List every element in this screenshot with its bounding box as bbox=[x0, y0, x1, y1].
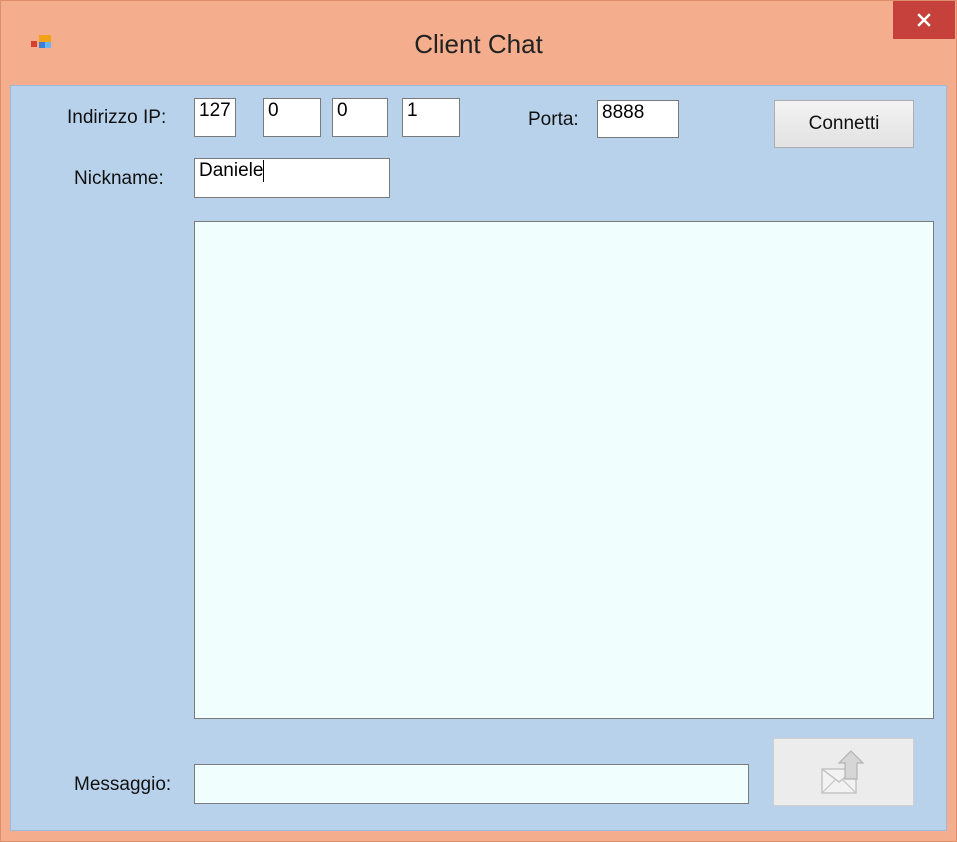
title-bar[interactable]: Client Chat bbox=[1, 1, 956, 85]
send-envelope-icon bbox=[820, 750, 864, 794]
text-cursor bbox=[263, 160, 265, 182]
message-input[interactable] bbox=[194, 764, 749, 804]
port-field[interactable]: 8888 bbox=[597, 100, 679, 138]
close-button[interactable] bbox=[893, 1, 955, 39]
ip-octet-3-field[interactable]: 0 bbox=[332, 98, 388, 137]
client-chat-window: Client Chat Indirizzo IP: 127 0 0 1 Port… bbox=[0, 0, 957, 842]
port-label: Porta: bbox=[528, 109, 579, 130]
nickname-field[interactable]: Daniele bbox=[194, 158, 390, 198]
window-title: Client Chat bbox=[414, 29, 543, 59]
ip-label: Indirizzo IP: bbox=[67, 107, 167, 128]
ip-octet-2-field[interactable]: 0 bbox=[263, 98, 321, 137]
ip-octet-4-field[interactable]: 1 bbox=[402, 98, 460, 137]
connect-button[interactable]: Connetti bbox=[774, 100, 914, 148]
message-label: Messaggio: bbox=[74, 774, 172, 795]
send-button[interactable] bbox=[773, 738, 914, 806]
ip-octet-1-field[interactable]: 127 bbox=[194, 98, 236, 137]
chat-log-area[interactable] bbox=[194, 221, 934, 719]
client-area: Indirizzo IP: 127 0 0 1 Porta: 8888 Conn… bbox=[10, 85, 947, 831]
close-icon bbox=[917, 13, 931, 27]
nickname-label: Nickname: bbox=[74, 168, 164, 189]
nickname-value: Daniele bbox=[199, 160, 264, 181]
